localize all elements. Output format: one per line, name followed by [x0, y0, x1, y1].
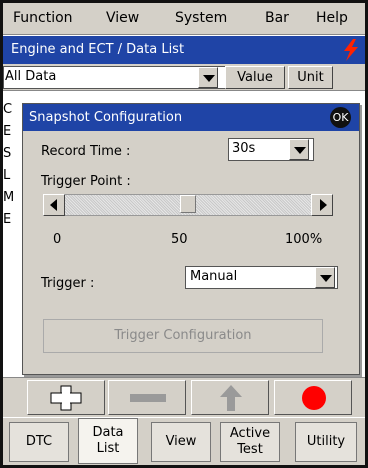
slider-left-button[interactable] [43, 194, 65, 216]
menu-function[interactable]: Function [13, 10, 73, 26]
up-arrow-icon [220, 385, 242, 411]
chevron-down-icon[interactable] [315, 267, 335, 288]
plus-icon [50, 385, 82, 411]
tick-50: 50 [171, 232, 188, 247]
menu-view[interactable]: View [106, 10, 139, 26]
snapshot-config-dialog: Snapshot Configuration OK Record Time : … [22, 103, 360, 375]
list-item: E [3, 124, 12, 139]
tab-utility-label: Utility [306, 434, 346, 449]
dialog-title-bar: Snapshot Configuration OK [23, 104, 359, 131]
tab-utility[interactable]: Utility [295, 422, 357, 462]
dialog-title: Snapshot Configuration [29, 110, 183, 125]
tab-active-test-line2: Test [237, 442, 263, 457]
record-button[interactable] [274, 380, 352, 415]
record-time-label: Record Time : [41, 144, 131, 159]
slider-right-button[interactable] [311, 194, 333, 216]
list-item: L [3, 168, 11, 183]
list-item: M [3, 190, 15, 205]
data-filter-select[interactable]: All Data [3, 66, 239, 89]
bottom-tab-bar: DTC Data List View Active Test Utility [3, 418, 365, 465]
minus-icon [130, 394, 166, 402]
filter-row: All Data Value Unit [3, 64, 365, 91]
left-arrow-icon [50, 199, 57, 211]
tab-view[interactable]: View [151, 422, 211, 462]
add-button[interactable] [27, 380, 105, 415]
tab-active-test-line1: Active [229, 426, 271, 441]
record-time-select[interactable]: 30s [228, 138, 314, 161]
list-item: S [3, 146, 12, 161]
tab-dtc[interactable]: DTC [9, 422, 69, 462]
lightning-icon [341, 39, 361, 65]
tab-active-test[interactable]: Active Test [220, 422, 280, 462]
tab-data-list-line2: List [96, 441, 120, 456]
window-title-bar: Engine and ECT / Data List [3, 36, 365, 64]
trigger-point-label: Trigger Point : [41, 174, 131, 189]
tick-100: 100% [285, 232, 323, 247]
tick-0: 0 [53, 232, 62, 247]
chevron-down-icon[interactable] [289, 139, 309, 160]
trigger-select[interactable]: Manual [185, 266, 338, 289]
right-arrow-icon [320, 199, 327, 211]
value-column-button[interactable]: Value [225, 66, 285, 89]
data-filter-value: All Data [5, 69, 57, 84]
trigger-configuration-button[interactable]: Trigger Configuration [43, 319, 323, 353]
menu-help[interactable]: Help [316, 10, 348, 26]
move-up-button[interactable] [191, 380, 269, 415]
chevron-down-icon[interactable] [198, 67, 218, 88]
window-title: Engine and ECT / Data List [11, 42, 185, 57]
ok-button[interactable]: OK [330, 107, 351, 128]
menu-bar-item[interactable]: Bar [265, 10, 289, 26]
tab-data-list-line1: Data [92, 425, 124, 440]
trigger-value: Manual [190, 269, 238, 284]
slider-thumb[interactable] [180, 195, 196, 213]
menu-bar: Function View System Bar Help [3, 3, 365, 35]
trigger-point-slider[interactable] [43, 194, 333, 216]
tab-dtc-label: DTC [25, 434, 53, 449]
list-item: C [3, 102, 13, 117]
record-time-value: 30s [232, 141, 256, 156]
tab-view-label: View [165, 434, 197, 449]
action-toolbar [3, 377, 365, 417]
tab-data-list[interactable]: Data List [78, 418, 138, 464]
record-icon [302, 386, 326, 410]
unit-column-button[interactable]: Unit [288, 66, 333, 89]
remove-button[interactable] [108, 380, 186, 415]
trigger-label: Trigger : [41, 276, 95, 291]
list-item: E [3, 212, 12, 227]
menu-system[interactable]: System [175, 10, 227, 26]
